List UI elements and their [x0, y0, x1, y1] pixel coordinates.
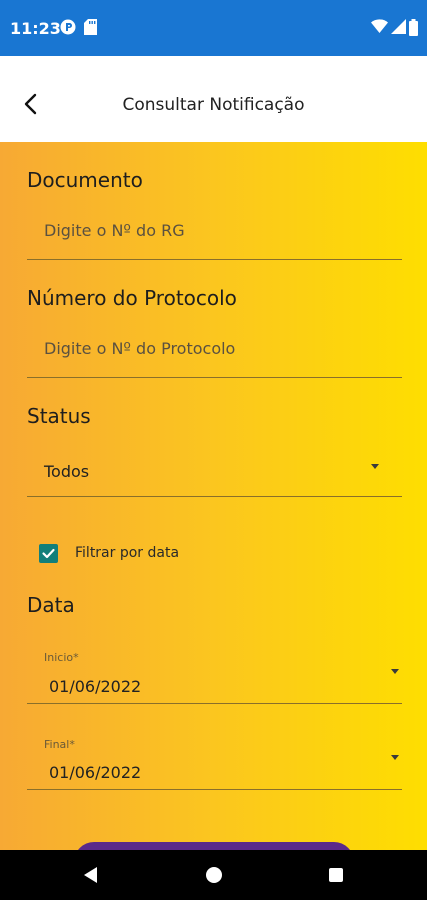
app-notification-icon: [60, 19, 76, 35]
inicio-label: Inicio*: [44, 651, 79, 664]
final-label: Final*: [44, 738, 75, 751]
inicio-date-field[interactable]: Inicio* 01/06/2022: [27, 648, 402, 704]
status-select[interactable]: Todos: [27, 440, 402, 497]
status-selected-value: Todos: [44, 462, 90, 481]
data-label: Data: [27, 593, 75, 617]
protocolo-placeholder: Digite o Nº do Protocolo: [44, 339, 236, 358]
nav-home-icon[interactable]: [206, 867, 222, 883]
wifi-icon: [371, 19, 388, 33]
documento-input[interactable]: Digite o Nº do RG: [27, 204, 402, 260]
final-date-field[interactable]: Final* 01/06/2022: [27, 734, 402, 790]
final-value: 01/06/2022: [49, 763, 142, 782]
search-button[interactable]: [74, 842, 354, 850]
inicio-value: 01/06/2022: [49, 677, 142, 696]
battery-icon: [409, 19, 418, 36]
status-bar: 11:23: [0, 0, 427, 56]
status-time: 11:23: [10, 19, 61, 38]
nav-back-icon[interactable]: [84, 867, 97, 883]
app-bar: Consultar Notificação: [0, 68, 427, 142]
documento-placeholder: Digite o Nº do RG: [44, 221, 185, 240]
filter-by-date-label: Filtrar por data: [75, 545, 180, 561]
sd-card-icon: [84, 19, 97, 35]
protocolo-input[interactable]: Digite o Nº do Protocolo: [27, 322, 402, 378]
chevron-down-icon: [391, 755, 399, 760]
documento-label: Documento: [27, 168, 143, 192]
chevron-down-icon: [391, 669, 399, 674]
checkmark-icon: [42, 548, 55, 559]
chevron-down-icon: [371, 464, 379, 469]
form-container: Documento Digite o Nº do RG Número do Pr…: [0, 142, 427, 850]
system-nav-bar: [0, 850, 427, 900]
status-label: Status: [27, 404, 91, 428]
nav-recent-apps-icon[interactable]: [329, 868, 343, 882]
page-title: Consultar Notificação: [122, 95, 305, 115]
filter-by-date-checkbox[interactable]: [39, 544, 58, 563]
signal-icon: [391, 19, 406, 34]
protocolo-label: Número do Protocolo: [27, 286, 237, 310]
